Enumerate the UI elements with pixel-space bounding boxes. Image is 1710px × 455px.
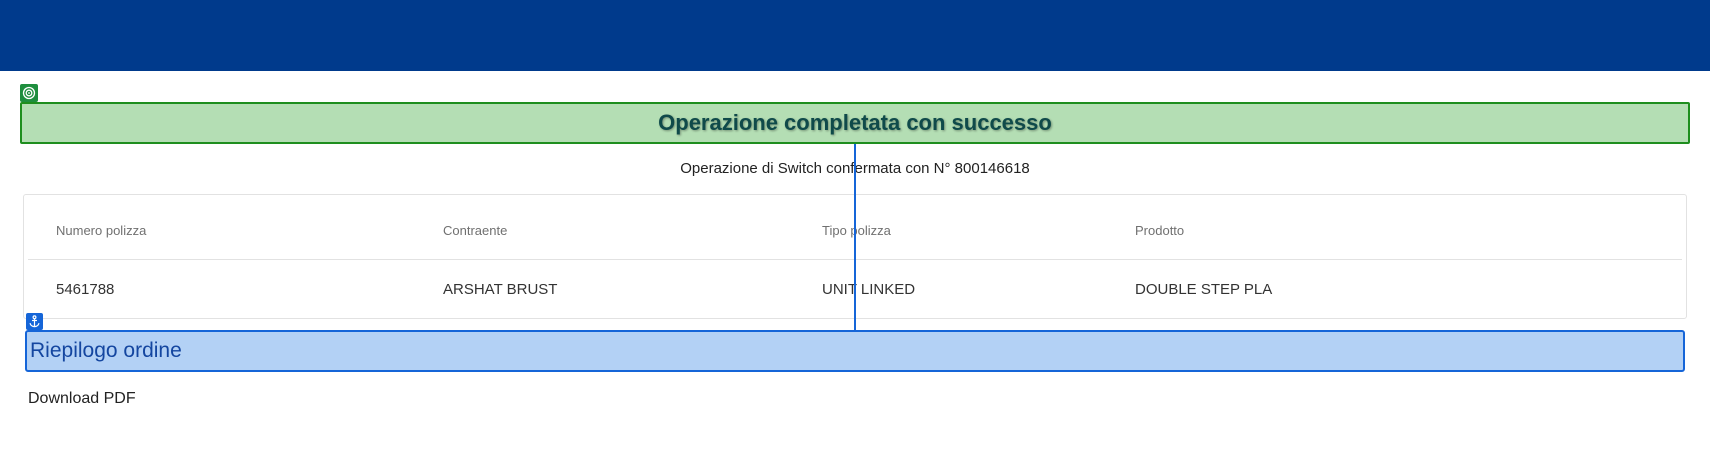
top-header-bar <box>0 0 1710 71</box>
header-contraente: Contraente <box>443 223 508 238</box>
cell-tipo-polizza: UNIT LINKED <box>822 281 916 298</box>
order-summary-header: Riepilogo ordine <box>25 330 1685 372</box>
target-icon <box>20 84 38 102</box>
header-prodotto: Prodotto <box>1135 223 1185 238</box>
cell-numero-polizza: 5461788 <box>56 281 115 298</box>
header-numero-polizza: Numero polizza <box>56 223 147 238</box>
connector-line <box>854 144 856 330</box>
anchor-icon <box>26 313 43 330</box>
success-title: Operazione completata con successo <box>658 110 1052 135</box>
order-summary-title: Riepilogo ordine <box>30 339 182 362</box>
success-banner: Operazione completata con successo <box>20 102 1690 144</box>
cell-contraente: ARSHAT BRUST <box>443 281 558 298</box>
download-pdf-link[interactable]: Download PDF <box>28 390 136 408</box>
cell-prodotto: DOUBLE STEP PLA <box>1135 281 1273 298</box>
header-tipo-polizza: Tipo polizza <box>822 223 891 238</box>
